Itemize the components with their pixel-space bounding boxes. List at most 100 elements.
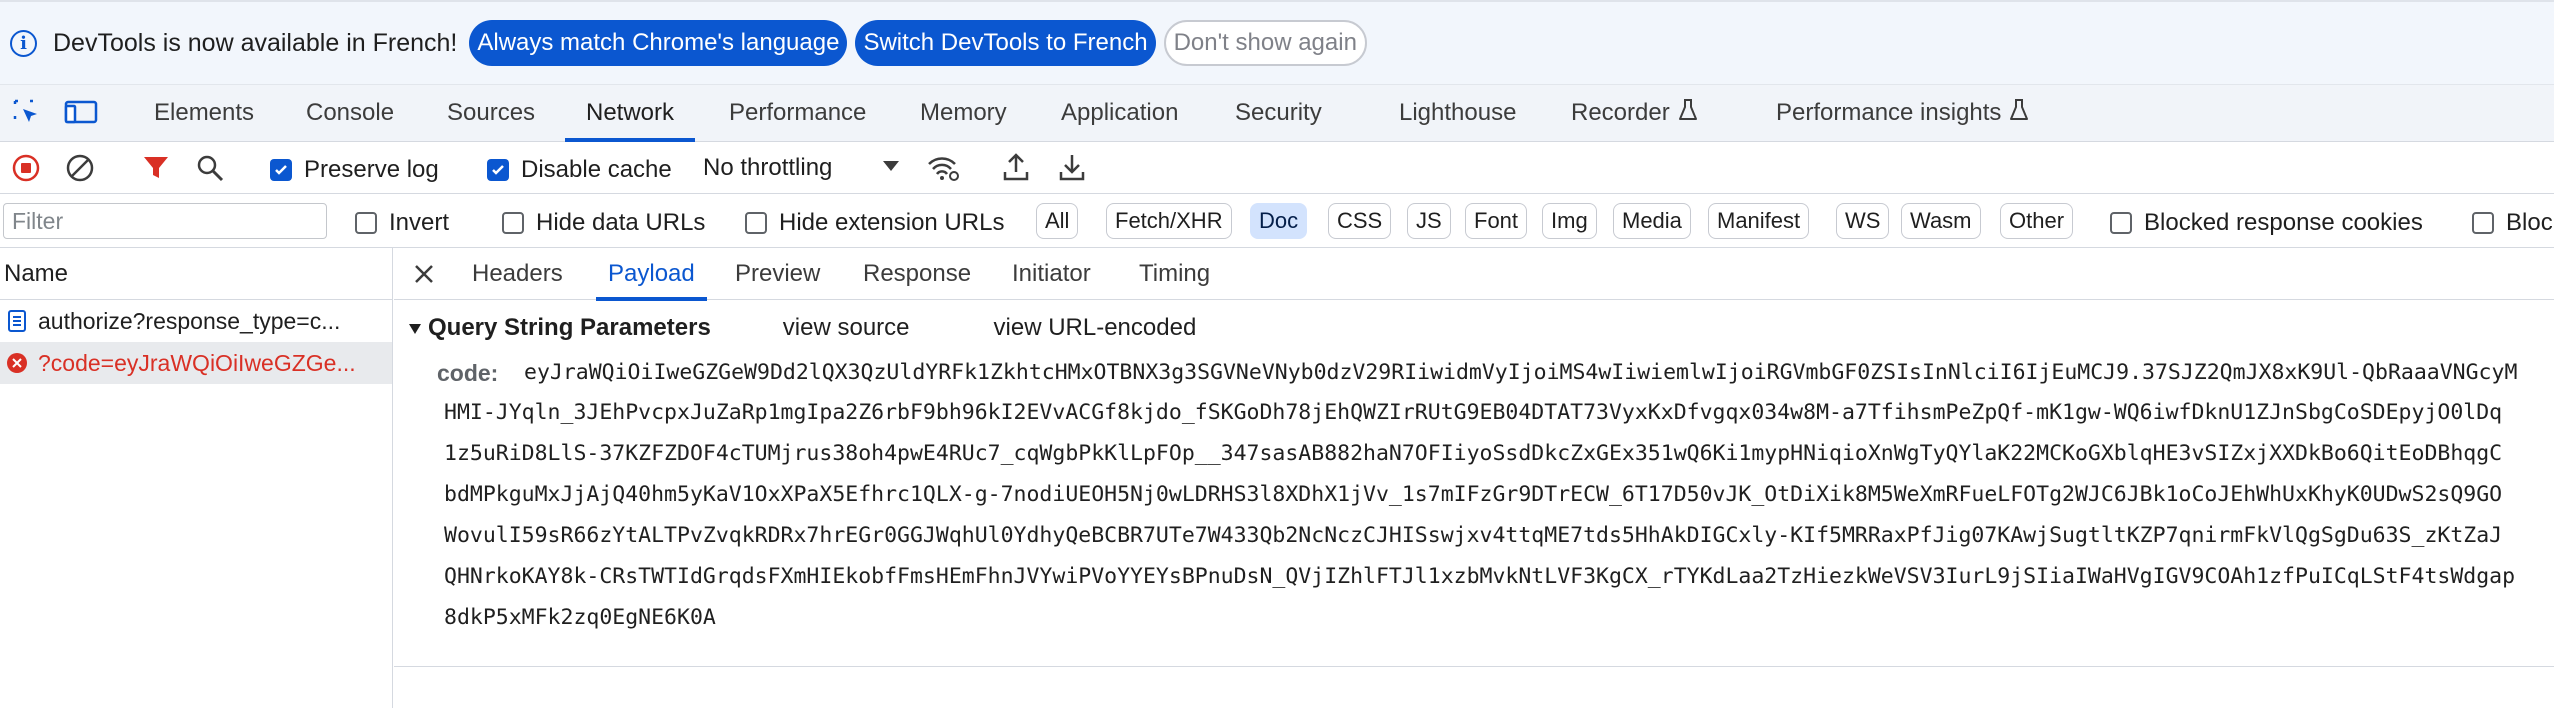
filter-bar: Invert Hide data URLs Hide extension URL… xyxy=(0,194,2554,248)
detail-tabbar: Headers Payload Preview Response Initiat… xyxy=(394,248,2554,301)
section-divider xyxy=(394,666,2554,667)
error-icon xyxy=(6,352,28,374)
preserve-log-checkbox[interactable]: Preserve log xyxy=(270,156,439,184)
param-value-line: 8dkP5xMFk2zq0EgNE6K0A xyxy=(444,605,716,630)
search-icon[interactable] xyxy=(196,154,224,182)
throttling-value: No throttling xyxy=(703,154,833,181)
device-toolbar-icon[interactable] xyxy=(64,85,98,141)
tab-memory[interactable]: Memory xyxy=(920,85,1007,141)
disable-cache-label: Disable cache xyxy=(521,156,672,183)
name-column-header[interactable]: Name xyxy=(0,248,392,300)
section-title: Query String Parameters xyxy=(428,314,711,341)
unchecked-icon xyxy=(2472,212,2494,234)
chip-all[interactable]: All xyxy=(1036,203,1079,239)
param-value-line: 1z5uRiD8LlS-37KZFZDOF4cTUMjrus38oh4pwE4R… xyxy=(444,441,2503,466)
unchecked-icon xyxy=(2110,212,2132,234)
close-icon[interactable] xyxy=(414,248,434,300)
preserve-log-label: Preserve log xyxy=(304,156,439,183)
tab-response[interactable]: Response xyxy=(863,248,971,300)
filter-icon[interactable] xyxy=(142,154,170,182)
request-name: ?code=eyJraWQiOiIweGZGe... xyxy=(38,349,356,376)
tab-performance[interactable]: Performance xyxy=(729,85,866,141)
network-toolbar: Preserve log Disable cache No throttling xyxy=(0,142,2554,194)
checked-icon xyxy=(487,159,509,181)
chip-wasm[interactable]: Wasm xyxy=(1901,203,1981,239)
tab-sources[interactable]: Sources xyxy=(447,85,535,141)
always-match-language-button[interactable]: Always match Chrome's language xyxy=(469,20,848,66)
tab-application[interactable]: Application xyxy=(1061,85,1178,141)
tab-network-label: Network xyxy=(586,99,675,126)
tab-security[interactable]: Security xyxy=(1235,85,1322,141)
active-tab-indicator xyxy=(596,297,707,301)
invert-checkbox[interactable]: Invert xyxy=(355,209,449,237)
chip-fetch-xhr[interactable]: Fetch/XHR xyxy=(1106,203,1232,239)
stop-recording-icon[interactable] xyxy=(12,154,40,182)
chip-manifest[interactable]: Manifest xyxy=(1708,203,1810,239)
clear-log-icon[interactable] xyxy=(66,154,94,182)
blocked-requests-checkbox[interactable]: Bloc xyxy=(2472,209,2553,237)
filter-input[interactable] xyxy=(3,203,327,239)
blocked-response-cookies-checkbox[interactable]: Blocked response cookies xyxy=(2110,209,2423,237)
hide-data-urls-checkbox[interactable]: Hide data URLs xyxy=(502,209,705,237)
param-value-line: bdMPkguMxJjAjQ40hm5yKaV1OxXPaX5Efhrc1QLX… xyxy=(444,482,2503,507)
experiment-beaker-icon xyxy=(1678,98,1698,129)
chip-ws[interactable]: WS xyxy=(1836,203,1890,239)
chip-css[interactable]: CSS xyxy=(1328,203,1392,239)
chip-font[interactable]: Font xyxy=(1465,203,1528,239)
language-infobar: i DevTools is now available in French! A… xyxy=(0,0,2554,85)
view-source-button[interactable]: view source xyxy=(783,314,910,342)
param-value-line: eyJraWQiOiIweGZGeW9Dd2lQX3QzUldYRFk1Zkht… xyxy=(524,360,2518,385)
tab-headers[interactable]: Headers xyxy=(472,248,563,300)
tab-elements[interactable]: Elements xyxy=(154,85,254,141)
info-icon: i xyxy=(10,29,37,57)
view-url-encoded-button[interactable]: view URL-encoded xyxy=(994,314,1197,342)
tab-network[interactable]: Network xyxy=(565,85,696,142)
dont-show-again-button[interactable]: Don't show again xyxy=(1163,20,1367,66)
tab-preview[interactable]: Preview xyxy=(735,248,820,300)
checked-icon xyxy=(270,159,292,181)
document-icon xyxy=(6,310,28,332)
experiment-beaker-icon xyxy=(2009,98,2029,129)
throttling-select[interactable]: No throttling xyxy=(703,152,900,184)
disable-cache-checkbox[interactable]: Disable cache xyxy=(487,156,672,184)
switch-to-french-button[interactable]: Switch DevTools to French xyxy=(855,20,1156,66)
chip-img[interactable]: Img xyxy=(1542,203,1597,239)
chip-doc[interactable]: Doc xyxy=(1250,203,1308,239)
hide-data-urls-label: Hide data URLs xyxy=(536,209,706,236)
tab-payload-label: Payload xyxy=(608,260,695,287)
tab-payload[interactable]: Payload xyxy=(596,248,707,301)
param-value-line: HMI-JYqln_3JEhPvcpxJuZaRp1mgIpa2Z6rbF9bh… xyxy=(444,400,2503,425)
blocked-response-cookies-label: Blocked response cookies xyxy=(2144,209,2423,236)
request-detail-pane: Headers Payload Preview Response Initiat… xyxy=(394,248,2554,708)
hide-extension-urls-checkbox[interactable]: Hide extension URLs xyxy=(745,209,1004,237)
tab-console[interactable]: Console xyxy=(306,85,394,141)
request-row[interactable]: authorize?response_type=c... xyxy=(0,300,392,342)
request-row-selected[interactable]: ?code=eyJraWQiOiIweGZGe... xyxy=(0,342,392,384)
param-value-line: QHNrkoKAY8k-CRsTWTIdGrqdsFXmHIEkobfFmsHE… xyxy=(444,564,2516,589)
blocked-requests-label: Bloc xyxy=(2506,209,2553,236)
tab-recorder[interactable]: Recorder xyxy=(1571,85,1698,141)
inspect-element-icon[interactable] xyxy=(12,85,42,141)
tab-initiator[interactable]: Initiator xyxy=(1012,248,1091,300)
dropdown-arrow-icon xyxy=(882,159,900,177)
query-string-section-header[interactable]: Query String Parameters view source view… xyxy=(408,314,1196,342)
chip-other[interactable]: Other xyxy=(2000,203,2074,239)
request-name: authorize?response_type=c... xyxy=(38,307,341,334)
unchecked-icon xyxy=(745,212,767,234)
import-har-icon[interactable] xyxy=(1002,152,1030,182)
tab-performance-insights-label: Performance insights xyxy=(1776,99,2002,126)
infobar-message: DevTools is now available in French! xyxy=(53,28,458,57)
hide-extension-urls-label: Hide extension URLs xyxy=(779,209,1005,236)
param-value-line: WovulI59sR66zYtALTPvZvqkRDRx7hrEGr0GGJWq… xyxy=(444,523,2503,548)
chip-media[interactable]: Media xyxy=(1613,203,1691,239)
unchecked-icon xyxy=(502,212,524,234)
tab-timing[interactable]: Timing xyxy=(1139,248,1210,300)
param-name: code: xyxy=(437,360,499,386)
tab-performance-insights[interactable]: Performance insights xyxy=(1776,85,2029,141)
tab-recorder-label: Recorder xyxy=(1571,99,1670,126)
tab-lighthouse[interactable]: Lighthouse xyxy=(1399,85,1516,141)
unchecked-icon xyxy=(355,212,377,234)
network-conditions-icon[interactable] xyxy=(926,154,960,182)
export-har-icon[interactable] xyxy=(1058,152,1086,182)
chip-js[interactable]: JS xyxy=(1407,203,1451,239)
